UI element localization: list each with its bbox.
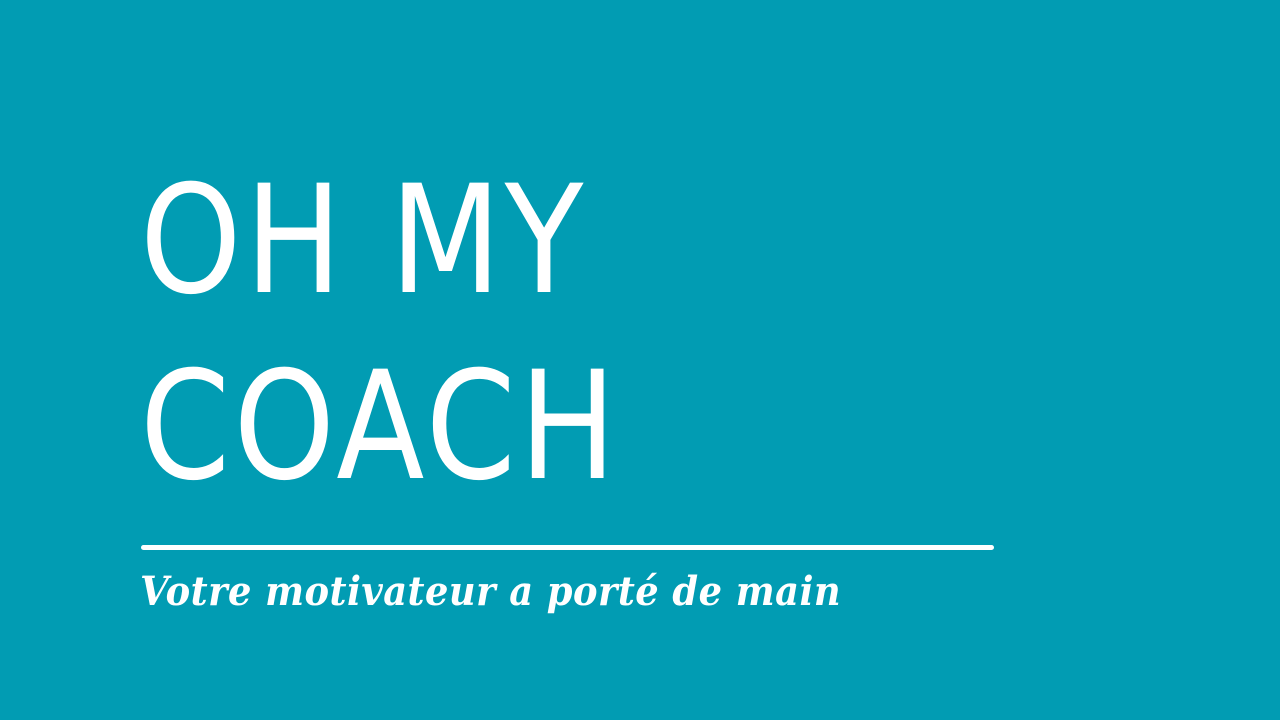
app-title: OH MY COACH xyxy=(140,148,620,520)
app-title-line-2: COACH xyxy=(140,340,620,514)
title-slide: OH MY COACH Votre motivateur a porté de … xyxy=(0,0,1280,720)
title-divider xyxy=(141,545,994,550)
tagline: Votre motivateur a porté de main xyxy=(140,568,842,615)
app-title-line-1: OH MY xyxy=(140,154,587,328)
